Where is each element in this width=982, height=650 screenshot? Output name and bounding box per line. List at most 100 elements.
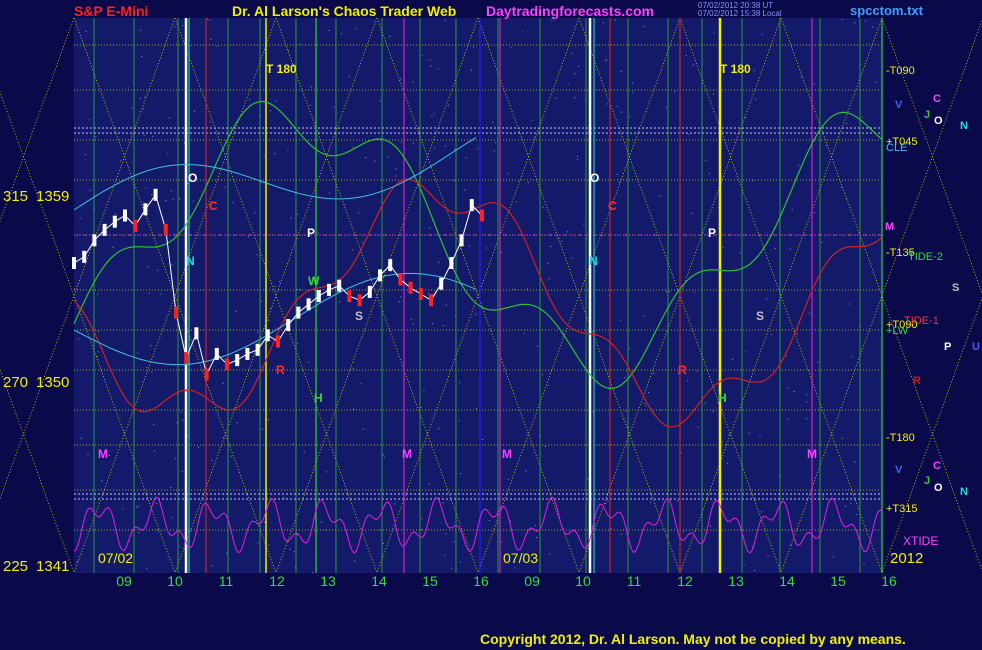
star-dot xyxy=(616,173,618,175)
star-dot xyxy=(172,198,174,200)
glyph-h-a: H xyxy=(314,391,323,405)
star-dot xyxy=(460,561,462,563)
star-dot xyxy=(423,390,425,392)
hour-tick-label: 09 xyxy=(524,573,540,589)
star-dot xyxy=(141,55,142,57)
star-dot xyxy=(863,563,865,565)
star-dot xyxy=(500,252,502,253)
star-dot xyxy=(297,213,299,215)
star-dot xyxy=(155,502,157,504)
star-dot xyxy=(309,104,311,106)
star-dot xyxy=(727,463,729,465)
price-bar xyxy=(408,281,413,294)
star-dot xyxy=(645,405,647,407)
star-dot xyxy=(150,345,152,347)
label-tide1: TIDE-1 xyxy=(904,315,939,327)
star-dot xyxy=(583,223,585,225)
hour-tick-label: 09 xyxy=(116,573,132,589)
star-dot xyxy=(844,505,846,507)
star-dot xyxy=(182,25,184,27)
star-dot xyxy=(445,304,447,306)
star-dot xyxy=(432,323,433,324)
glyph-p: P xyxy=(944,341,951,353)
glyph-s: S xyxy=(952,282,959,294)
star-dot xyxy=(547,384,549,386)
hour-tick-label: 16 xyxy=(473,573,489,589)
star-dot xyxy=(587,478,589,480)
star-dot xyxy=(352,249,354,251)
star-dot xyxy=(774,247,776,249)
price-bar xyxy=(235,354,240,367)
star-dot xyxy=(97,330,99,332)
star-dot xyxy=(267,419,269,420)
star-dot xyxy=(712,410,714,412)
star-dot xyxy=(88,119,90,121)
price-bar xyxy=(469,199,474,212)
star-dot xyxy=(181,471,183,473)
star-dot xyxy=(442,502,444,504)
star-dot xyxy=(160,293,162,295)
price-bar xyxy=(112,215,117,228)
star-dot xyxy=(451,567,453,569)
price-bar xyxy=(194,327,199,340)
star-dot xyxy=(394,503,396,505)
star-dot xyxy=(516,201,517,203)
star-dot xyxy=(704,402,706,404)
star-dot xyxy=(665,291,667,293)
glyph-o2: O xyxy=(934,482,943,494)
star-dot xyxy=(171,516,173,518)
star-dot xyxy=(79,217,81,219)
star-dot xyxy=(801,76,803,78)
star-dot xyxy=(620,319,622,321)
star-dot xyxy=(400,296,402,298)
symbol-label: S&P E-Mini xyxy=(74,3,148,19)
star-dot xyxy=(607,500,609,502)
star-dot xyxy=(352,146,354,148)
star-dot xyxy=(659,195,661,197)
star-dot xyxy=(531,119,533,121)
label-xtide: XTIDE xyxy=(903,534,938,548)
year-label: 2012 xyxy=(890,550,923,567)
star-dot xyxy=(605,503,607,505)
star-dot xyxy=(352,367,354,369)
star-dot xyxy=(510,47,512,49)
star-dot xyxy=(151,194,153,196)
star-dot xyxy=(144,96,146,98)
star-dot xyxy=(806,401,807,403)
glyph-p-b: P xyxy=(708,226,716,240)
star-dot xyxy=(127,87,129,89)
star-dot xyxy=(488,520,490,522)
t180-label-a: T 180 xyxy=(266,62,297,76)
star-dot xyxy=(236,422,238,424)
star-dot xyxy=(666,106,668,108)
star-dot xyxy=(691,212,692,214)
star-dot xyxy=(693,291,695,293)
star-dot xyxy=(136,507,138,508)
star-dot xyxy=(154,450,156,452)
star-dot xyxy=(696,370,698,372)
star-dot xyxy=(648,392,650,393)
star-dot xyxy=(211,565,213,566)
star-dot xyxy=(500,541,502,543)
star-dot xyxy=(431,116,433,118)
star-dot xyxy=(138,532,140,534)
star-dot xyxy=(643,26,645,28)
price-bar xyxy=(245,347,250,360)
star-dot xyxy=(766,298,768,300)
star-dot xyxy=(551,19,553,21)
star-dot xyxy=(861,116,863,118)
star-dot xyxy=(170,487,172,488)
glyph-s-b: S xyxy=(756,309,764,323)
star-dot xyxy=(705,159,707,161)
price-bar xyxy=(418,288,423,300)
y-label-315: 315 1359 xyxy=(3,188,69,205)
star-dot xyxy=(299,43,301,45)
hour-tick-label: 15 xyxy=(422,573,438,589)
star-dot xyxy=(549,553,551,555)
glyph-j2: J xyxy=(924,475,930,487)
star-dot xyxy=(382,543,384,544)
star-dot xyxy=(146,567,148,569)
star-dot xyxy=(624,377,626,378)
star-dot xyxy=(660,409,662,411)
star-dot xyxy=(460,473,462,474)
